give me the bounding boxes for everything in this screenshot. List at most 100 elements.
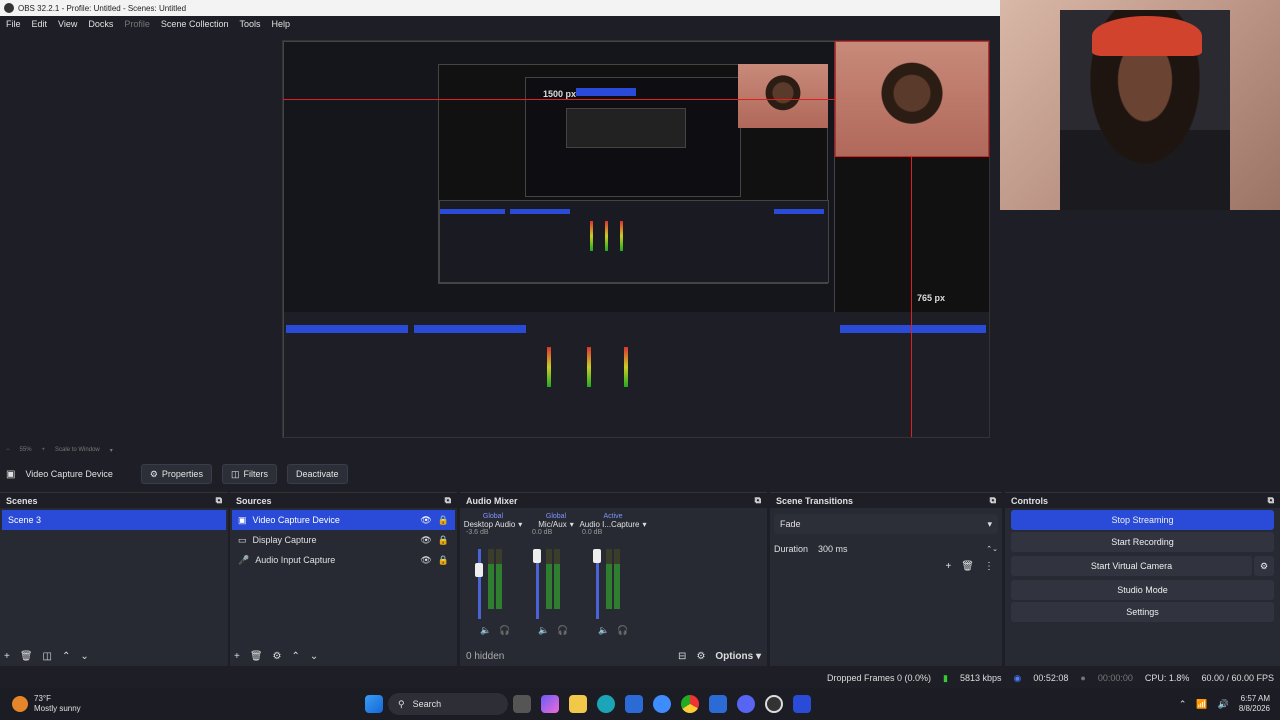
button-label: Studio Mode: [1117, 585, 1168, 595]
source-item-display-capture[interactable]: ▭ Display Capture 👁 🔒: [232, 530, 455, 550]
zoom-mode[interactable]: Scale to Window: [55, 447, 100, 453]
volume-slider[interactable]: [478, 549, 481, 619]
store-icon[interactable]: [625, 695, 643, 713]
start-recording-button[interactable]: Start Recording: [1011, 532, 1274, 552]
search-icon: ⚲: [398, 698, 405, 709]
weather-widget[interactable]: 73°F Mostly sunny: [0, 694, 360, 714]
copilot-icon[interactable]: [541, 695, 559, 713]
stepper-icon[interactable]: ⌃⌄: [986, 545, 998, 553]
more-icon[interactable]: ⋮: [984, 561, 994, 572]
selection-box[interactable]: [835, 41, 989, 157]
menu-docks[interactable]: Docks: [88, 19, 113, 29]
menu-edit[interactable]: Edit: [32, 19, 48, 29]
chevron-down-icon[interactable]: ▾: [110, 447, 113, 454]
mixer-channel-desktop: Global Desktop Audio ▾ -3.6 dB 🔈 🎧: [462, 513, 524, 638]
speaker-icon[interactable]: 🔈: [538, 625, 549, 636]
gear-icon: ⚙: [1259, 560, 1269, 571]
windows-start-icon[interactable]: [365, 695, 383, 713]
active-app-icon[interactable]: [793, 695, 811, 713]
source-label: Display Capture: [252, 535, 317, 545]
start-virtual-camera-button[interactable]: Start Virtual Camera: [1011, 556, 1252, 576]
task-view-icon[interactable]: [513, 695, 531, 713]
controls-dock: Controls ⧉ Stop Streaming Start Recording…: [1005, 492, 1280, 666]
obs-icon[interactable]: [765, 695, 783, 713]
options-button[interactable]: Options ▾: [715, 651, 761, 662]
scenes-dock: Scenes ⧉ Scene 3 + 🗑 ◫ ⌃ ⌄: [0, 492, 228, 666]
chevron-down-icon[interactable]: ⌄: [310, 651, 318, 662]
zoom-minus-icon[interactable]: −: [6, 447, 10, 453]
trash-icon[interactable]: 🗑: [961, 561, 974, 572]
menu-help[interactable]: Help: [271, 19, 290, 29]
chevron-down-icon[interactable]: ▾: [643, 520, 647, 529]
discord-icon[interactable]: [737, 695, 755, 713]
add-icon[interactable]: +: [234, 651, 240, 662]
dock-float-icon[interactable]: ⧉: [990, 495, 996, 506]
duration-input[interactable]: 300 ms ⌃⌄: [818, 540, 998, 558]
menu-file[interactable]: File: [6, 19, 21, 29]
source-item-video-capture[interactable]: ▣ Video Capture Device 👁 🔒: [232, 510, 455, 530]
headphones-icon[interactable]: 🎧: [617, 625, 628, 636]
chevron-up-icon[interactable]: ⌃: [292, 651, 300, 662]
virtual-camera-settings-button[interactable]: ⚙: [1254, 556, 1274, 576]
add-icon[interactable]: +: [945, 561, 951, 572]
chrome-icon[interactable]: [681, 695, 699, 713]
add-icon[interactable]: +: [4, 651, 10, 662]
layout-icon[interactable]: ⊟: [678, 651, 686, 662]
headphones-icon[interactable]: 🎧: [499, 625, 510, 636]
dock-float-icon[interactable]: ⧉: [755, 495, 761, 506]
zoom-plus-icon[interactable]: +: [42, 447, 46, 453]
menu-scene-collection[interactable]: Scene Collection: [161, 19, 229, 29]
eye-icon[interactable]: 👁: [420, 515, 431, 526]
eye-icon[interactable]: 👁: [420, 555, 431, 566]
lock-icon[interactable]: 🔒: [438, 535, 449, 546]
speaker-icon[interactable]: 🔈: [480, 625, 491, 636]
volume-knob[interactable]: [533, 549, 541, 563]
app-icon[interactable]: [709, 695, 727, 713]
trash-icon[interactable]: 🗑: [20, 651, 33, 662]
dock-float-icon[interactable]: ⧉: [445, 495, 451, 506]
source-item-audio-input[interactable]: 🎤 Audio Input Capture 👁 🔒: [232, 550, 455, 570]
transition-select[interactable]: Fade ▾: [774, 514, 998, 534]
chevron-up-icon[interactable]: ⌃: [62, 651, 70, 662]
headphones-icon[interactable]: 🎧: [557, 625, 568, 636]
stop-streaming-button[interactable]: Stop Streaming: [1011, 510, 1274, 530]
hidden-count[interactable]: 0 hidden: [466, 651, 504, 662]
speaker-icon[interactable]: 🔈: [598, 625, 609, 636]
menu-tools[interactable]: Tools: [239, 19, 260, 29]
horizontal-guide: [283, 99, 835, 100]
trash-icon[interactable]: 🗑: [250, 651, 263, 662]
volume-icon[interactable]: 🔊: [1218, 699, 1229, 710]
gear-icon[interactable]: ⚙: [273, 651, 282, 662]
menu-profile[interactable]: Profile: [124, 19, 150, 29]
chevron-down-icon[interactable]: ▾: [518, 520, 522, 529]
chevron-up-icon[interactable]: ⌃: [1179, 699, 1187, 710]
settings-button[interactable]: Settings: [1011, 602, 1274, 622]
filter-icon: ◫: [230, 468, 240, 479]
edge-icon[interactable]: [597, 695, 615, 713]
taskbar-search[interactable]: ⚲ Search: [388, 693, 508, 715]
deactivate-button[interactable]: Deactivate: [286, 464, 348, 484]
properties-button[interactable]: ⚙ Properties: [140, 464, 212, 484]
preview-canvas[interactable]: 1500 px 765 px: [282, 40, 990, 438]
menu-view[interactable]: View: [58, 19, 77, 29]
eye-icon[interactable]: 👁: [420, 535, 431, 546]
volume-knob[interactable]: [593, 549, 601, 563]
search-label: Search: [412, 699, 442, 709]
network-icon[interactable]: 📶: [1196, 699, 1207, 710]
gear-icon[interactable]: ⚙: [696, 651, 705, 662]
volume-knob[interactable]: [475, 563, 483, 577]
filters-button[interactable]: ◫ Filters: [221, 464, 277, 484]
lock-icon[interactable]: 🔒: [438, 515, 449, 526]
chevron-down-icon[interactable]: ▾: [570, 520, 574, 529]
file-explorer-icon[interactable]: [569, 695, 587, 713]
scene-item-label: Scene 3: [8, 515, 42, 525]
scene-item[interactable]: Scene 3: [2, 510, 226, 530]
chevron-down-icon[interactable]: ⌄: [80, 651, 88, 662]
dock-float-icon[interactable]: ⧉: [1268, 495, 1274, 506]
filter-icon[interactable]: ◫: [43, 651, 52, 662]
lock-icon[interactable]: 🔒: [438, 555, 449, 566]
help-icon[interactable]: [653, 695, 671, 713]
dock-float-icon[interactable]: ⧉: [216, 495, 222, 506]
studio-mode-button[interactable]: Studio Mode: [1011, 580, 1274, 600]
gear-icon: ⚙: [149, 468, 158, 479]
